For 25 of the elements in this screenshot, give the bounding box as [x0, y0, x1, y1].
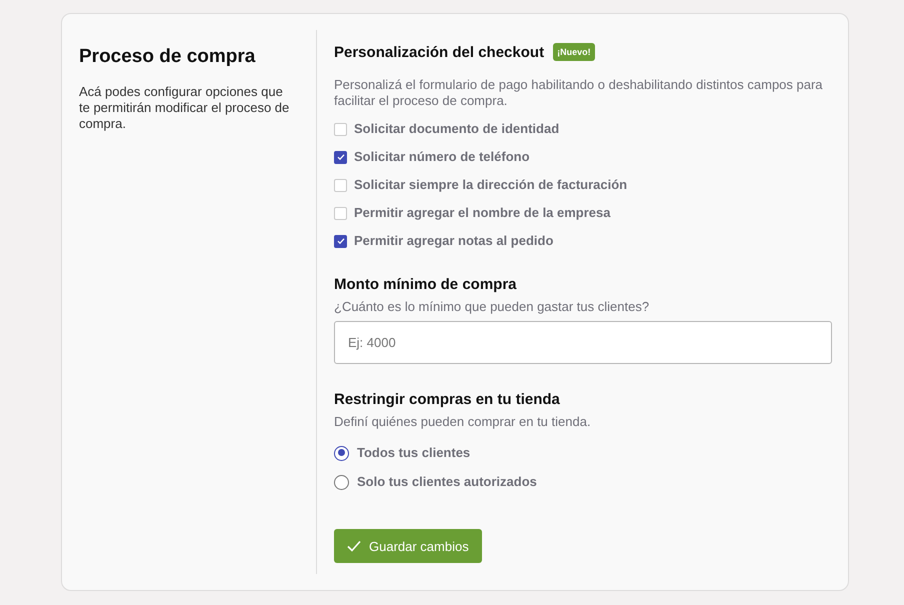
radio-option[interactable]: Todos tus clientes	[334, 444, 537, 462]
minimum-description: ¿Cuánto es lo mínimo que pueden gastar tus clientes?	[334, 299, 650, 315]
minimum-title: Monto mínimo de compra	[334, 276, 517, 293]
check-icon	[347, 540, 361, 552]
check-icon	[336, 152, 346, 162]
amount-input[interactable]: Ej: 4000	[334, 321, 832, 364]
radio-button[interactable]	[334, 446, 349, 460]
checkbox-option[interactable]: Solicitar documento de identidad	[334, 120, 628, 138]
restrict-description: Definí quiénes pueden comprar en tu tienda.	[334, 414, 591, 430]
check-icon	[336, 236, 346, 246]
section-description: Acá podes configurar opciones que te permitirán modificar el proceso de compra.	[79, 84, 290, 132]
checkout-title: Personalización del checkout	[334, 44, 544, 60]
restrict-title: Restringir compras en tu tienda	[334, 391, 560, 408]
save-button[interactable]: Guardar cambios	[334, 529, 482, 563]
checkbox-option[interactable]: Permitir agregar el nombre de la empresa	[334, 204, 628, 222]
checkout-description: Personalizá el formulario de pago habilitando o deshabilitando distintos campos para facilitar el proceso de compra.	[334, 77, 824, 109]
radio-button[interactable]	[334, 474, 349, 490]
checkbox[interactable]	[334, 234, 347, 248]
checkbox-option[interactable]: Solicitar número de teléfono	[334, 148, 628, 166]
new-badge: ¡Nuevo!	[553, 43, 595, 61]
radio-option[interactable]: Solo tus clientes autorizados	[334, 473, 537, 491]
checkbox-option[interactable]: Solicitar siempre la dirección de facturación	[334, 176, 628, 194]
checkbox[interactable]	[334, 150, 347, 164]
checkbox-option[interactable]: Permitir agregar notas al pedido	[334, 232, 628, 250]
section-title: Proceso de compra	[79, 46, 256, 68]
